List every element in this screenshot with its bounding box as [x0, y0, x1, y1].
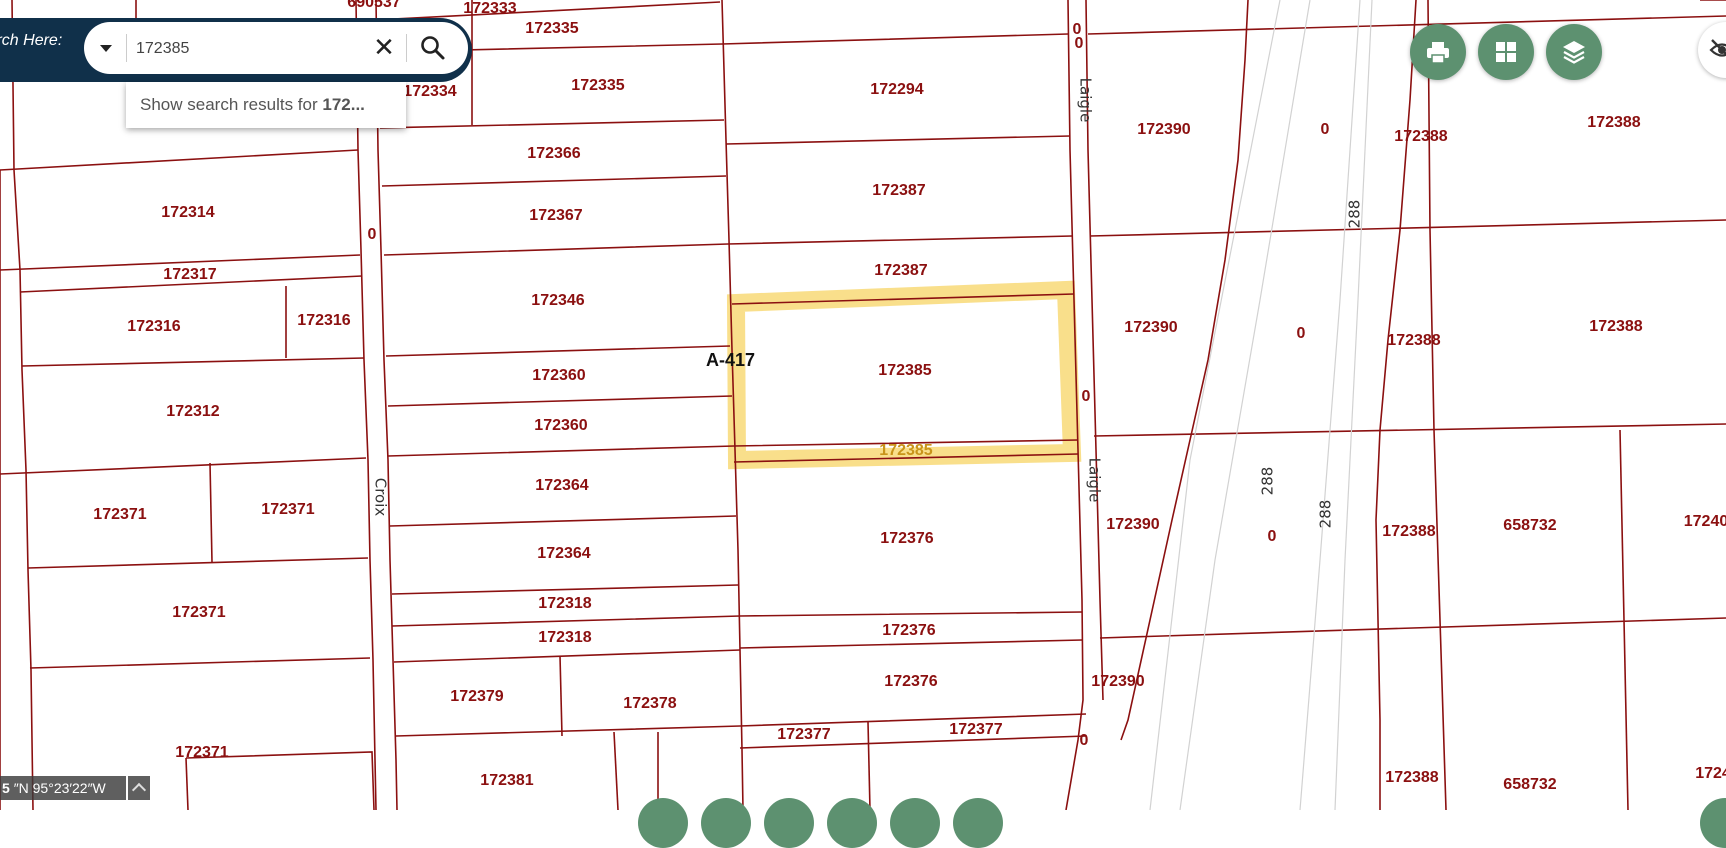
parcel-label: 658732 — [1503, 776, 1556, 793]
suggestion-query: 172... — [322, 95, 365, 114]
parcel-label: 172318 — [538, 629, 591, 646]
parcel-label: 0 — [1082, 388, 1091, 405]
suggestion-prefix: Show search results for — [140, 95, 323, 114]
parcel-label: 0 — [368, 226, 377, 243]
bottom-tool-button[interactable] — [953, 798, 1003, 848]
parcel-label: 172294 — [870, 81, 923, 98]
bottom-tool-button[interactable] — [764, 798, 814, 848]
parcel-label: 172387 — [872, 182, 925, 199]
layers-button[interactable] — [1546, 24, 1602, 80]
parcel-label: 172388 — [1394, 128, 1447, 145]
divider — [406, 34, 407, 62]
search-type-dropdown-button[interactable] — [94, 36, 118, 60]
bottom-tool-button[interactable] — [890, 798, 940, 848]
road-label: 288 — [1259, 467, 1277, 496]
search-input[interactable] — [134, 32, 448, 66]
parcel-label: 172387 — [874, 262, 927, 279]
parcel-label: 172377 — [777, 726, 830, 743]
parcel-label: 172390 — [1091, 673, 1144, 690]
parcel-label: 172371 — [172, 604, 225, 621]
parcel-label: 0 — [1297, 325, 1306, 342]
parcel-label: 172390 — [1106, 516, 1159, 533]
parcel-label: 172388 — [1382, 523, 1435, 540]
eye-off-icon — [1709, 39, 1726, 57]
parcel-label: 172333 — [463, 0, 516, 17]
parcel-label: 172378 — [623, 695, 676, 712]
parcel-label: 172360 — [532, 367, 585, 384]
parcel-label: 172334 — [403, 83, 456, 100]
layers-icon — [1563, 41, 1585, 64]
close-icon: ✕ — [373, 33, 395, 63]
parcel-label: 172390 — [1137, 121, 1190, 138]
parcel-label: 172388 — [1385, 769, 1438, 786]
parcel-label: 172346 — [531, 292, 584, 309]
divider — [126, 34, 127, 62]
parcel-label: 172388 — [1589, 318, 1642, 335]
search-box: ✕ — [84, 22, 468, 74]
parcel-label: 0 — [1321, 121, 1330, 138]
parcel-label: 172388 — [1387, 332, 1440, 349]
parcel-label: 172385 — [878, 362, 931, 379]
parcel-label: 0 — [1080, 732, 1089, 749]
parcel-label: 172360 — [534, 417, 587, 434]
parcel-label: 172377 — [949, 721, 1002, 738]
parcel-label: 172335 — [525, 20, 578, 37]
search-button[interactable] — [419, 34, 447, 62]
bottom-tool-button[interactable] — [638, 798, 688, 848]
bottom-tool-button[interactable] — [701, 798, 751, 848]
road-label: Croix — [372, 478, 390, 517]
parcel-label: 658732 — [1503, 517, 1556, 534]
printer-icon — [1427, 42, 1449, 64]
parcel-label: 172371 — [175, 744, 228, 761]
road-label: Laigle — [1077, 78, 1095, 123]
parcel-label: 0 — [1268, 528, 1277, 545]
parcel-label: 172371 — [93, 506, 146, 523]
search-icon — [421, 36, 445, 60]
clear-search-button[interactable]: ✕ — [372, 33, 396, 63]
parcel-label: 172376 — [880, 530, 933, 547]
print-button[interactable] — [1410, 24, 1466, 80]
parcel-label: 172318 — [538, 595, 591, 612]
bottom-tool-button[interactable] — [827, 798, 877, 848]
road-label: 288 — [1317, 500, 1335, 529]
parcel-label: 172316 — [127, 318, 180, 335]
parcel-label: 172312 — [166, 403, 219, 420]
parcel-label: 172364 — [537, 545, 590, 562]
parcel-label: 172367 — [529, 207, 582, 224]
parcel-label: 172316 — [297, 312, 350, 329]
parcel-label: 172379 — [450, 688, 503, 705]
parcel-label: 172335 — [571, 77, 624, 94]
search-suggestion[interactable]: Show search results for 172... — [126, 82, 406, 128]
parcel-label: 0 — [1075, 35, 1084, 52]
parcel-label: 172317 — [163, 266, 216, 283]
parcel-label: 172314 — [161, 204, 214, 221]
parcel-label: 172371 — [261, 501, 314, 518]
parcel-label: 172376 — [884, 673, 937, 690]
grid-icon — [1496, 42, 1516, 62]
parcel-label: 172381 — [480, 772, 533, 789]
grid-button[interactable] — [1478, 24, 1534, 80]
parcel-label: 172376 — [882, 622, 935, 639]
coordinates-readout: 5 ″N 95°23′22″W — [0, 776, 126, 800]
coordinates-text: ″N 95°23′22″W — [13, 780, 106, 796]
road-label: 288 — [1346, 200, 1364, 229]
coordinates-expand-button[interactable] — [128, 776, 150, 800]
coordinates-edge-digit: 5 — [2, 780, 10, 796]
parcel-label: 172364 — [535, 477, 588, 494]
parcel-label: 1724 — [1695, 765, 1726, 782]
parcel-label: 172390 — [1124, 319, 1177, 336]
parcel-label: 172366 — [527, 145, 580, 162]
parcel-label: 172385 — [879, 442, 932, 459]
parcel-label: 172388 — [1587, 114, 1640, 131]
abstract-label: A-417 — [706, 350, 755, 370]
parcel-label: 690537 — [347, 0, 400, 11]
parcel-label: 17240 — [1684, 513, 1726, 530]
search-label: Search Here: — [0, 32, 63, 49]
road-label: Laigle — [1086, 458, 1104, 503]
